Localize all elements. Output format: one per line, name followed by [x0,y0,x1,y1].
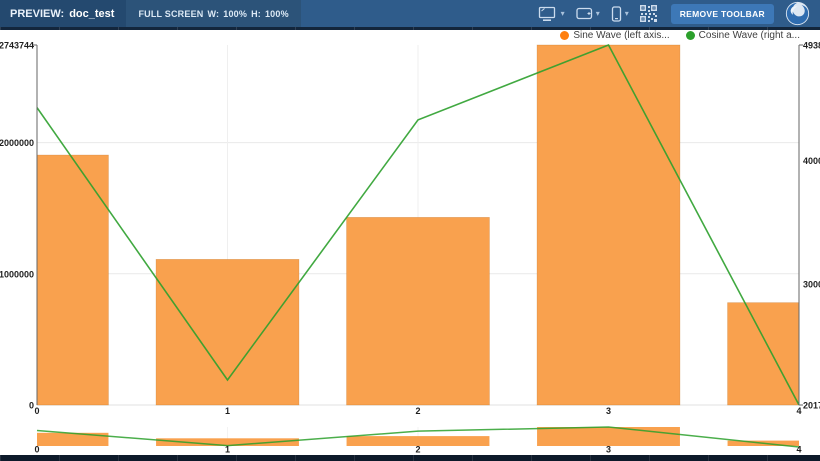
tablet-preview-button[interactable]: ▾ [573,5,603,22]
phone-preview-button[interactable]: ▾ [608,4,632,24]
svg-text:2743744: 2743744 [0,41,34,51]
chevron-down-icon: ▾ [561,10,565,18]
wavemaker-logo[interactable] [785,1,810,26]
height-value: 100% [265,9,289,19]
bottom-ruler [0,455,820,461]
legend-dot [686,31,695,40]
preview-toolbar: PREVIEW: doc_test FULL SCREEN W: 100% H:… [0,0,820,27]
svg-text:2000000: 2000000 [0,138,34,148]
tablet-icon [576,7,593,20]
svg-text:0: 0 [34,445,39,455]
svg-text:3: 3 [606,445,611,455]
toolbar-bottom-ruler [0,27,820,30]
qr-code-icon [640,5,657,22]
qr-code-button[interactable] [637,3,660,24]
svg-text:4000: 4000 [803,156,820,166]
remove-toolbar-button[interactable]: REMOVE TOOLBAR [671,4,774,24]
svg-text:3000: 3000 [803,279,820,289]
preview-window: PREVIEW: doc_test FULL SCREEN W: 100% H:… [0,0,820,461]
svg-text:1: 1 [225,406,230,416]
desktop-preview-button[interactable]: ▾ [535,4,568,24]
svg-text:4938: 4938 [803,41,820,51]
phone-icon [611,6,622,22]
preview-chip: PREVIEW: doc_test [0,0,126,27]
svg-text:4: 4 [796,406,801,416]
svg-text:1000000: 1000000 [0,269,34,279]
svg-text:0: 0 [29,401,34,411]
svg-text:3: 3 [606,406,611,416]
legend-item-sine-wave[interactable]: Sine Wave (left axis... [560,30,669,41]
svg-text:2: 2 [415,445,420,455]
width-label: W: [208,9,220,19]
chart-canvas[interactable]: 0 1000000 2000000 2743744 2017 3000 4000 4938 0 1… [0,0,820,461]
svg-text:0: 0 [34,406,39,416]
svg-text:1: 1 [225,445,230,455]
chevron-down-icon: ▾ [625,10,629,18]
width-value: 100% [223,9,247,19]
preview-label: PREVIEW: [10,8,64,20]
height-label: H: [251,9,261,19]
fullscreen-chip: FULL SCREEN W: 100% H: 100% [126,0,300,27]
legend-label: Sine Wave (left axis... [573,30,669,41]
svg-text:2: 2 [415,406,420,416]
doc-name: doc_test [69,8,114,20]
desktop-icon [538,6,558,22]
svg-text:2017: 2017 [803,401,820,411]
legend-item-cosine-wave[interactable]: Cosine Wave (right a... [686,30,800,41]
chevron-down-icon: ▾ [596,10,600,18]
svg-text:4: 4 [796,445,801,455]
legend-dot [560,31,569,40]
legend-label: Cosine Wave (right a... [699,30,800,41]
toolbar-actions: ▾ ▾ ▾ [535,0,820,27]
chart-legend: Sine Wave (left axis... Cosine Wave (rig… [560,30,800,41]
fullscreen-label: FULL SCREEN [138,9,203,19]
